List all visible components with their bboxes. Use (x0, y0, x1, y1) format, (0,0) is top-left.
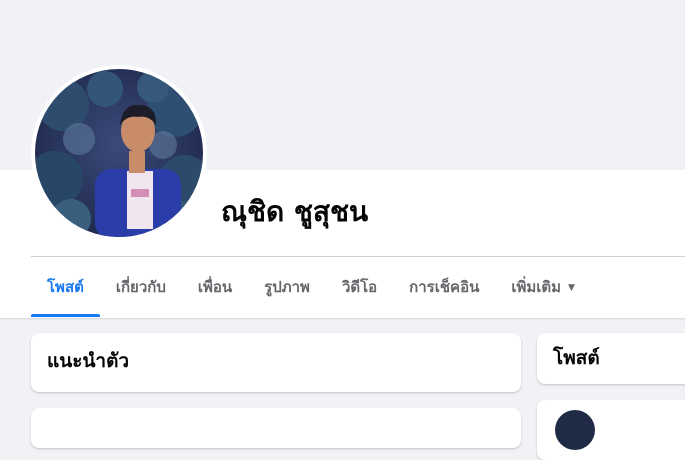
posts-card: โพสต์ (537, 333, 685, 384)
tab-label: เกี่ยวกับ (115, 278, 166, 296)
profile-avatar[interactable] (31, 65, 207, 241)
intro-card-title: แนะนำตัว (47, 350, 130, 372)
intro-card-partial (31, 408, 521, 448)
posts-card-title: โพสต์ (553, 347, 600, 369)
tab-videos[interactable]: วิดีโอ (326, 257, 393, 317)
tab-posts[interactable]: โพสต์ (31, 257, 100, 317)
tab-label: วิดีโอ (341, 278, 378, 296)
tab-label: การเช็คอิน (409, 278, 480, 296)
profile-photo (35, 69, 203, 237)
intro-card: แนะนำตัว (31, 333, 521, 392)
tab-label: โพสต์ (47, 278, 84, 296)
tab-photos[interactable]: รูปภาพ (248, 257, 326, 317)
profile-name: ณุชิด ชูสุชน (221, 195, 369, 228)
caret-down-icon: ▼ (568, 283, 575, 293)
post-card-partial (537, 400, 685, 460)
tab-label: รูปภาพ (264, 278, 310, 296)
tab-checkins[interactable]: การเช็คอิน (393, 257, 495, 317)
tab-label: เพิ่มเติม (511, 278, 562, 296)
avatar[interactable] (555, 410, 595, 450)
tab-about[interactable]: เกี่ยวกับ (100, 257, 182, 317)
profile-tabs: โพสต์ เกี่ยวกับ เพื่อน รูปภาพ วิดีโอ การ… (31, 257, 591, 317)
tab-more[interactable]: เพิ่มเติม ▼ (495, 257, 591, 317)
tab-label: เพื่อน (197, 278, 233, 296)
tab-friends[interactable]: เพื่อน (182, 257, 248, 317)
